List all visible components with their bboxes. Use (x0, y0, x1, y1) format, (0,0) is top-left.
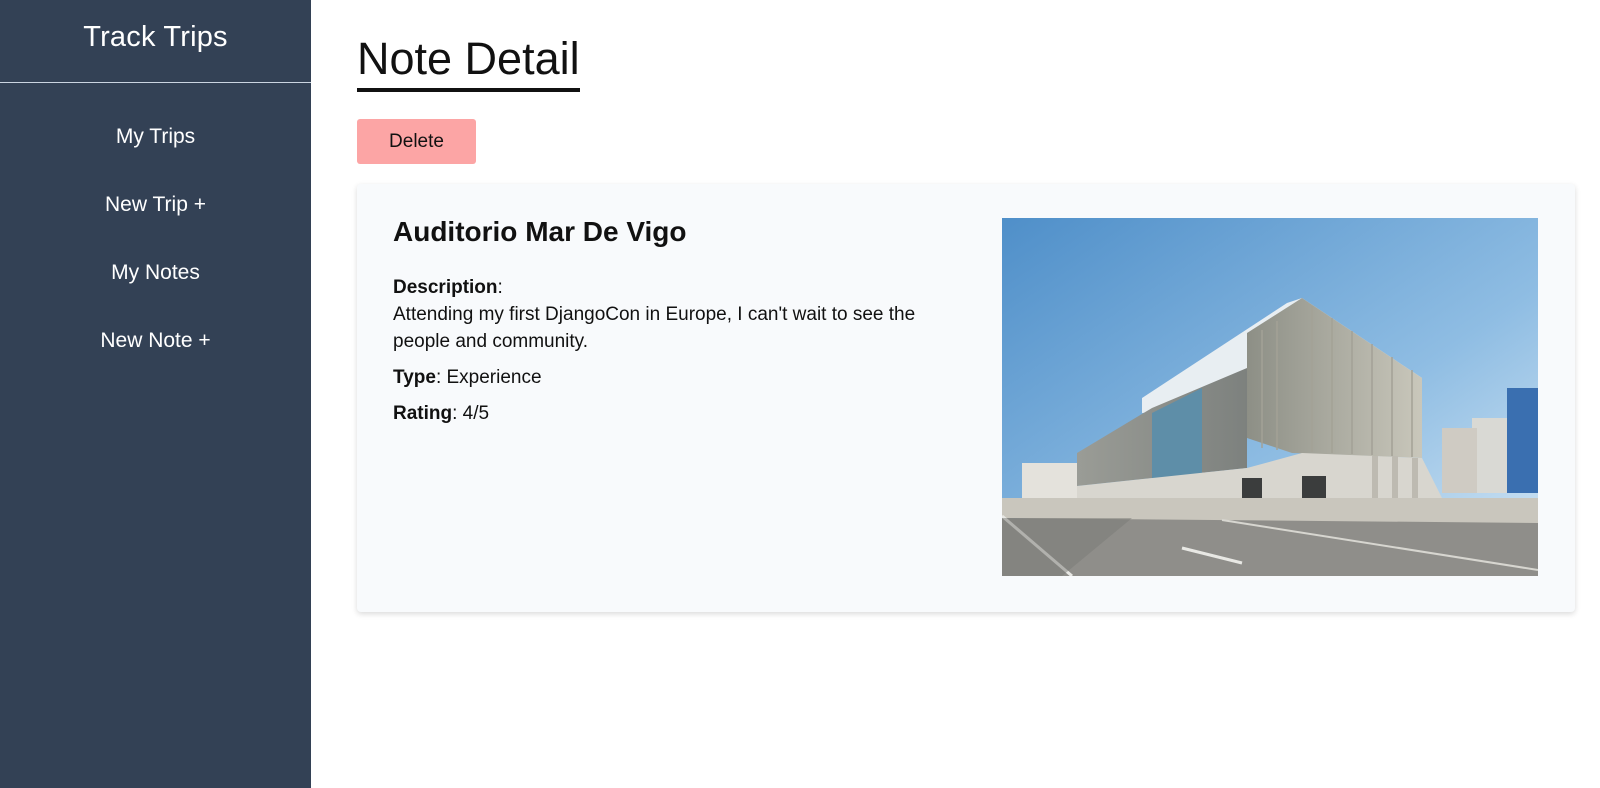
description-label: Description (393, 277, 498, 298)
page-title: Note Detail (357, 30, 580, 92)
type-label: Type (393, 367, 436, 388)
sidebar-item-new-note[interactable]: New Note + (0, 307, 311, 375)
note-card: Auditorio Mar De Vigo Description: Atten… (357, 184, 1575, 612)
type-value: Experience (446, 367, 542, 388)
sidebar-nav: My Trips New Trip + My Notes New Note + (0, 83, 311, 375)
sidebar-item-my-trips[interactable]: My Trips (0, 103, 311, 171)
app-root: Track Trips My Trips New Trip + My Notes… (0, 0, 1600, 788)
rating-label: Rating (393, 403, 453, 424)
main-content: Note Detail Delete Auditorio Mar De Vigo… (311, 0, 1600, 788)
brand-title[interactable]: Track Trips (0, 0, 311, 83)
sidebar-item-new-trip[interactable]: New Trip + (0, 171, 311, 239)
description-row: Description: Attending my first DjangoCo… (393, 277, 916, 352)
note-title: Auditorio Mar De Vigo (393, 216, 687, 247)
type-row: Type: Experience (393, 367, 542, 388)
rating-value: 4/5 (462, 403, 490, 424)
note-details: Description: Attending my first DjangoCo… (393, 274, 953, 436)
rating-row: Rating: 4/5 (393, 403, 490, 424)
sidebar: Track Trips My Trips New Trip + My Notes… (0, 0, 311, 788)
note-photo (1002, 218, 1538, 576)
delete-button[interactable]: Delete (357, 119, 476, 164)
sidebar-item-my-notes[interactable]: My Notes (0, 239, 311, 307)
description-text: Attending my first DjangoCon in Europe, … (393, 304, 916, 352)
